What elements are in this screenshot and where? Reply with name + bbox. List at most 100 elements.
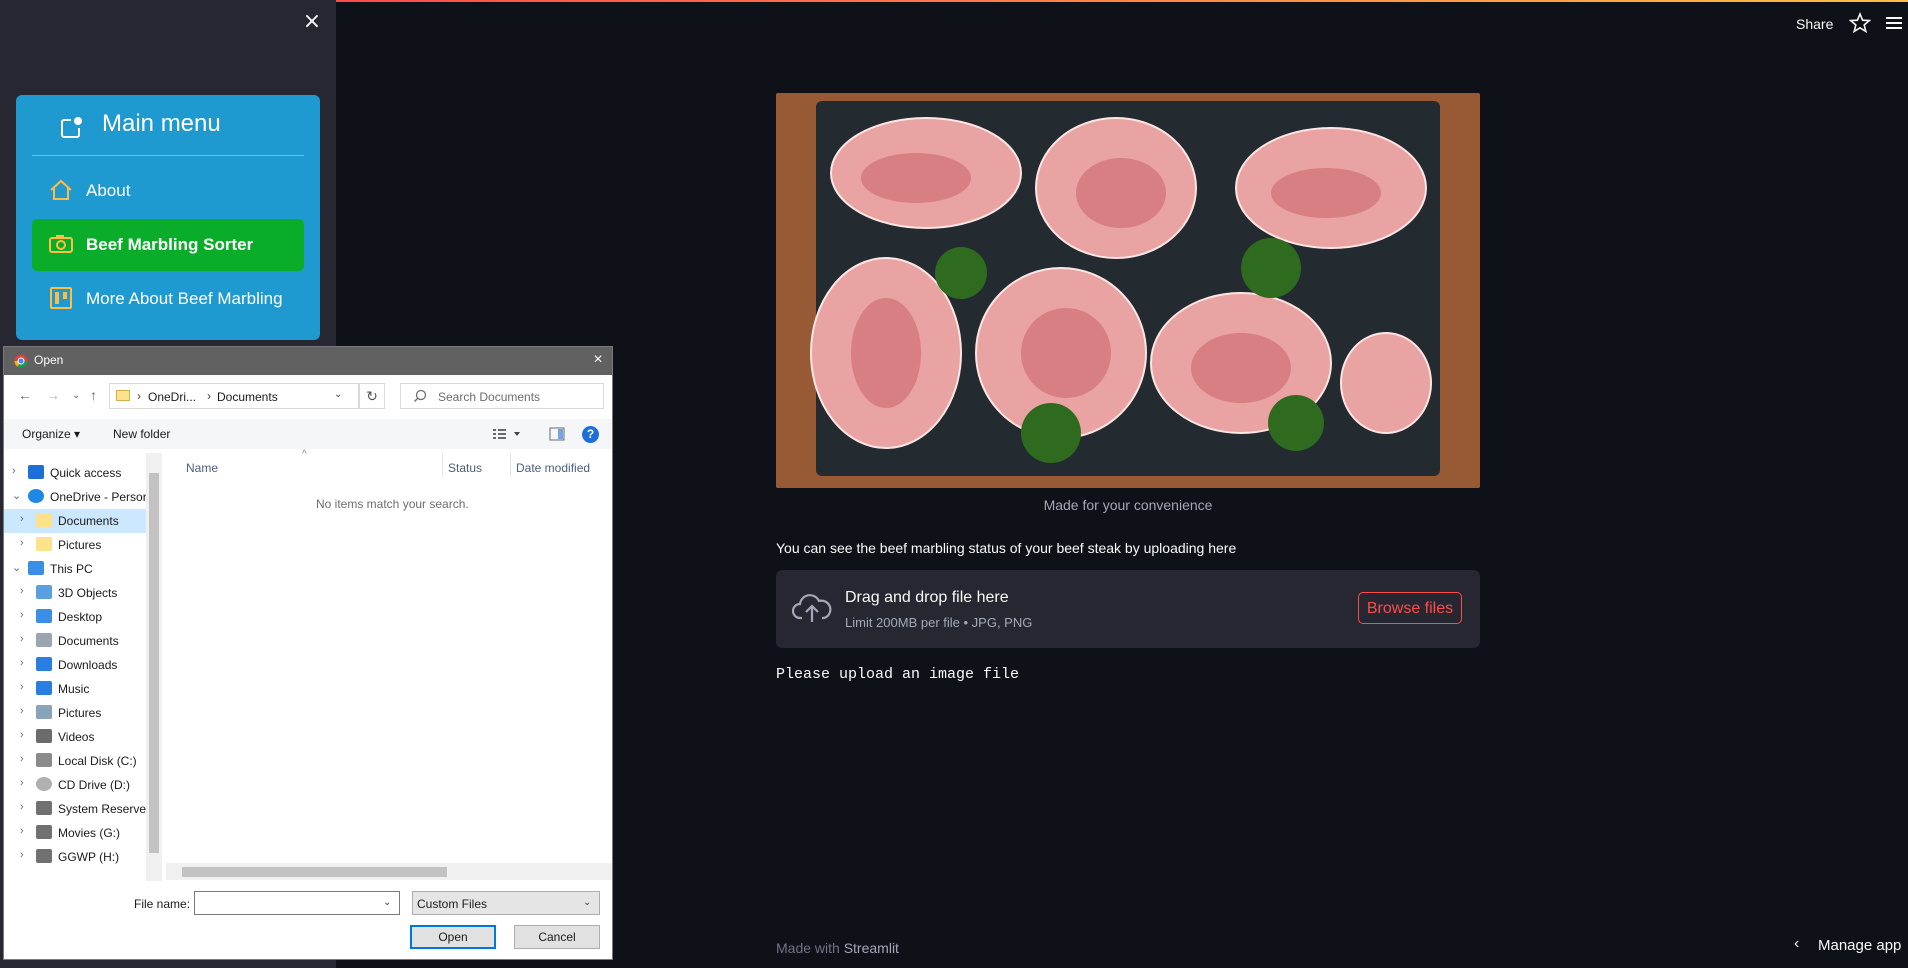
chevron-right-icon[interactable]: › [20,825,24,837]
organize-button[interactable]: Organize ▾ [22,427,80,441]
tree-item[interactable]: › 3D Objects [4,581,146,605]
menu-item-beef-marbling-sorter[interactable]: Beef Marbling Sorter [32,219,304,271]
chevron-right-icon[interactable]: › [12,465,16,477]
tree-item[interactable]: › Downloads [4,653,146,677]
chevron-right-icon[interactable]: › [20,681,24,693]
search-input[interactable]: Search Documents [400,383,604,409]
chevron-right-icon[interactable]: › [20,657,24,669]
column-header-name[interactable]: Name [186,461,218,475]
file-type-select[interactable]: Custom Files ⌄ [412,891,600,915]
open-button[interactable]: Open [410,925,496,949]
chevron-down-icon[interactable]: ⌄ [12,489,21,502]
tree-item-label: Documents [58,634,119,648]
header-decoration [336,0,1908,2]
chevron-right-icon[interactable]: › [20,705,24,717]
column-header-status[interactable]: Status [448,461,482,475]
chevron-down-icon[interactable]: ⌄ [383,897,391,908]
hamburger-icon[interactable] [1884,13,1904,33]
tree-item[interactable]: ⌄ OneDrive - Persor [4,485,147,509]
tree-item[interactable]: › Music [4,677,146,701]
cube-icon [36,585,52,599]
file-name-input[interactable]: ⌄ [194,891,400,915]
tree-item[interactable]: › Pictures [4,701,146,725]
drive-icon [36,849,52,863]
chevron-right-icon[interactable]: › [20,513,24,525]
desktop-icon [36,609,52,623]
close-sidebar-button[interactable]: × [300,10,324,34]
star-icon [28,465,44,479]
address-bar[interactable]: › OneDri... › Documents ⌄ [109,383,359,409]
dialog-close-button[interactable]: × [588,350,608,370]
recent-locations-icon[interactable]: ⌄ [72,390,80,401]
column-header-date-modified[interactable]: Date modified [516,461,590,475]
chevron-right-icon[interactable]: › [20,849,24,861]
tree-item[interactable]: › Videos [4,725,146,749]
tree-item[interactable]: › Desktop [4,605,146,629]
folder-icon [116,390,130,401]
chevron-right-icon[interactable]: › [20,609,24,621]
dropzone-limit: Limit 200MB per file • JPG, PNG [845,615,1033,630]
refresh-button[interactable]: ↻ [359,383,385,409]
tree-item[interactable]: ⌄ This PC [4,557,146,581]
chevron-down-icon[interactable]: ⌄ [334,389,342,400]
chevron-left-icon: ‹ [1794,935,1800,952]
address-segment[interactable]: OneDri... [148,390,196,404]
tree-item[interactable]: › Pictures [4,533,146,557]
up-arrow-icon[interactable]: ↑ [90,387,97,403]
tree-item[interactable]: › Local Disk (C:) [4,749,146,773]
tree-item-label: Movies (G:) [58,826,121,840]
nav-scrollbar-thumb[interactable] [149,473,159,853]
chevron-right-icon[interactable]: › [20,801,24,813]
image-caption: Made for your convenience [1043,497,1213,513]
beef-platter-image [776,93,1480,488]
forward-arrow-icon[interactable]: → [46,387,60,403]
tree-item[interactable]: › Documents [4,509,146,533]
tree-item-label: CD Drive (D:) [58,778,130,792]
new-folder-button[interactable]: New folder [113,427,170,441]
horizontal-scrollbar-thumb[interactable] [182,867,447,877]
tree-item[interactable]: › CD Drive (D:) [4,773,146,797]
dialog-titlebar[interactable]: Open × [4,347,612,375]
browse-files-button[interactable]: Browse files [1358,592,1462,624]
nav-scrollbar[interactable] [146,453,162,881]
chevron-right-icon[interactable]: › [20,753,24,765]
chevron-right-icon[interactable]: › [20,585,24,597]
back-arrow-icon[interactable]: ← [18,387,32,403]
preview-pane-icon[interactable] [549,427,565,441]
address-segment[interactable]: Documents [217,390,278,404]
chevron-right-icon[interactable]: › [20,633,24,645]
help-icon[interactable]: ? [582,426,599,443]
horizontal-scrollbar[interactable] [166,863,612,880]
share-button[interactable]: Share [1796,14,1833,34]
upload-status-text: Please upload an image file [776,666,1020,683]
menu-item-label: About [86,181,131,200]
tree-item[interactable]: › Documents [4,629,146,653]
tree-item-label: 3D Objects [58,586,118,600]
menu-item-about[interactable]: About [32,165,304,217]
cancel-button[interactable]: Cancel [514,925,600,949]
tree-item-label: GGWP (H:) [58,850,120,864]
tree-item[interactable]: › GGWP (H:) [4,845,146,869]
streamlit-link[interactable]: Streamlit [844,940,899,956]
tree-item[interactable]: › System Reserved [4,797,153,821]
star-icon[interactable] [1849,12,1871,34]
file-dropzone[interactable]: Drag and drop file here Limit 200MB per … [776,570,1480,648]
menu-item-more-about-beef-marbling[interactable]: More About Beef Marbling [32,273,304,325]
tree-item[interactable]: › Quick access [4,461,146,485]
chevron-right-icon[interactable]: › [20,777,24,789]
tree-item[interactable]: › Movies (G:) [4,821,146,845]
sort-caret-icon: ^ [302,449,307,460]
tree-item-label: Quick access [50,466,122,480]
manage-app-button[interactable]: ‹ Manage app [1788,935,1904,956]
tree-item-label: This PC [50,562,93,576]
view-options-icon[interactable] [492,427,524,441]
wagyu-beef-photo [776,93,1480,488]
chrome-icon [14,354,28,368]
file-name-label: File name: [134,897,191,911]
column-divider[interactable] [442,453,443,477]
chevron-right-icon[interactable]: › [20,537,24,549]
chevron-right-icon[interactable]: › [20,729,24,741]
chevron-down-icon[interactable]: ⌄ [12,561,21,574]
column-divider[interactable] [510,453,511,477]
dropzone-title: Drag and drop file here [845,589,1009,606]
